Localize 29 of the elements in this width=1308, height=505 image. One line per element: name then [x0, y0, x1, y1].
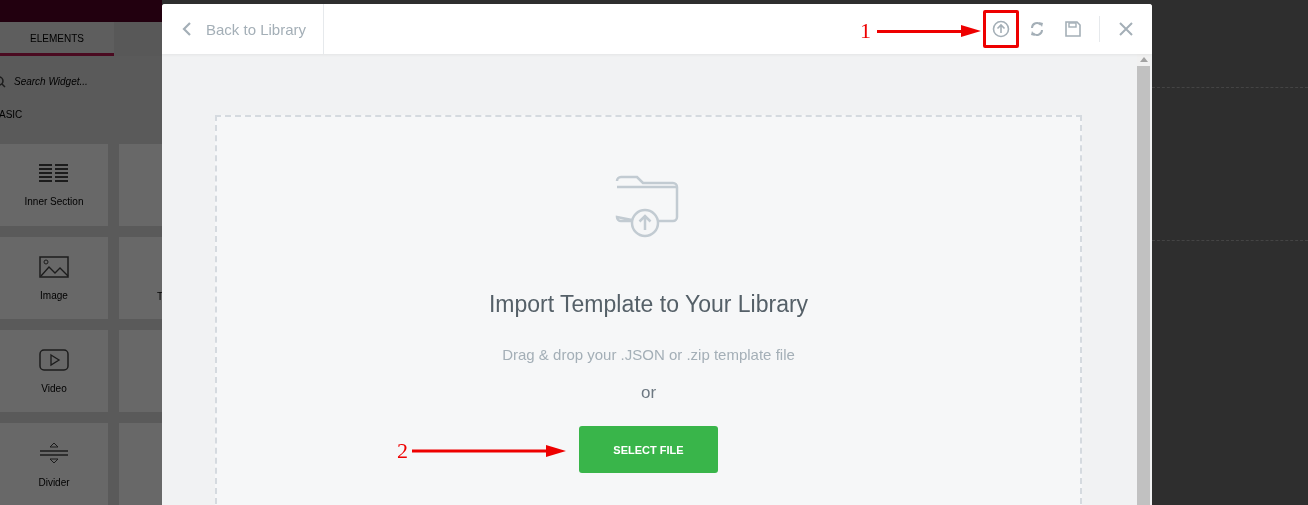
or-label: or: [640, 383, 657, 403]
drop-zone[interactable]: Import Template to Your Library Drag & drop your .JSON or .zip template file or 2 SELECT FILE: [215, 115, 1082, 505]
upload-icon: [992, 20, 1010, 38]
scroll-up-icon: [1139, 57, 1148, 62]
import-button[interactable]: [983, 10, 1019, 48]
widget-tile[interactable]: Image: [0, 237, 108, 319]
sync-icon: [1029, 20, 1045, 38]
chevron-left-icon: [182, 21, 192, 37]
annotation-number: 1: [860, 20, 871, 42]
sidebar-tab[interactable]: ELEMENTS: [0, 22, 114, 56]
save-icon: [1065, 21, 1081, 37]
select-file-button[interactable]: SELECT FILE: [579, 426, 718, 473]
widget-label: Image: [40, 289, 68, 301]
widget-tile[interactable]: Divider: [0, 423, 108, 505]
widget-label: Video: [41, 382, 67, 394]
widget-tile[interactable]: Inner Section: [0, 144, 108, 226]
image-icon: [39, 255, 69, 278]
import-title: Import Template to Your Library: [488, 291, 809, 318]
widget-tile[interactable]: Video: [0, 330, 108, 412]
columns-icon: [39, 163, 69, 184]
divider-icon: [39, 440, 69, 465]
widget-label: Divider: [38, 476, 70, 488]
back-to-library-link[interactable]: Back to Library: [162, 4, 324, 54]
close-icon: [1119, 22, 1133, 36]
search-field[interactable]: Search Widget...: [12, 75, 146, 88]
widget-label: Inner Section: [24, 195, 84, 207]
play-icon: [39, 348, 69, 371]
annotation-number: 2: [397, 440, 408, 462]
drop-hint: Drag & drop your .JSON or .zip template file: [502, 346, 795, 363]
